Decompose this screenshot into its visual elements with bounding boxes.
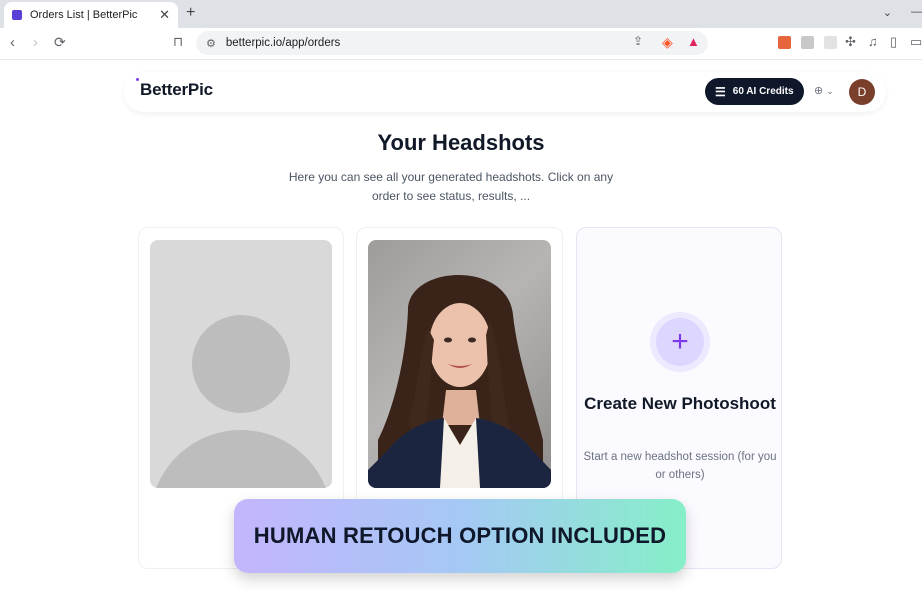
human-retouch-banner: HUMAN RETOUCH OPTION INCLUDED <box>234 499 686 573</box>
tab-title: Orders List | BetterPic <box>30 9 138 21</box>
page-subtitle: Here you can see all your generated head… <box>288 170 614 203</box>
browser-tab-orders[interactable]: Orders List | BetterPic ✕ <box>4 2 178 28</box>
layers-icon: ☰ <box>715 84 726 99</box>
browser-tab-bar: Orders List | BetterPic ✕ + ⌄ — <box>0 0 922 28</box>
add-photoshoot-button[interactable]: + <box>650 312 710 372</box>
back-icon[interactable]: ‹ <box>10 34 15 51</box>
new-tab-button[interactable]: + <box>186 4 195 22</box>
forward-icon[interactable]: › <box>33 34 38 51</box>
app-header: BetterPic ☰ 60 AI Credits ⊕ ⌄ D <box>124 72 886 112</box>
address-bar[interactable]: ⚙ betterpic.io/app/orders <box>196 31 708 55</box>
headshot-photo <box>368 240 551 488</box>
language-selector[interactable]: ⊕ ⌄ <box>814 84 834 97</box>
create-photoshoot-subtitle: Start a new headshot session (for you or… <box>583 451 777 481</box>
media-music-icon[interactable]: ♫ <box>868 34 878 49</box>
credits-label: 60 AI Credits <box>732 86 794 97</box>
plus-icon: + <box>656 318 704 366</box>
placeholder-body-shape <box>150 430 332 488</box>
betterpic-logo[interactable]: BetterPic <box>136 78 213 102</box>
globe-icon: ⊕ <box>814 85 824 97</box>
placeholder-avatar-image <box>150 240 332 488</box>
bookmark-icon[interactable]: ⊓ <box>173 34 183 50</box>
tab-close-icon[interactable]: ✕ <box>159 7 170 23</box>
extensions-puzzle-icon[interactable]: ✣ <box>845 34 856 50</box>
browser-toolbar: ‹ › ⟳ ⊓ ⚙ betterpic.io/app/orders ⇪ ◈ ▲ … <box>0 28 922 60</box>
create-photoshoot-title: Create New Photoshoot <box>584 394 776 413</box>
extension-three-icon[interactable] <box>824 36 837 49</box>
extension-two-icon[interactable] <box>801 36 814 49</box>
brave-rewards-icon[interactable]: ▲ <box>687 34 700 49</box>
reload-icon[interactable]: ⟳ <box>54 34 66 51</box>
logo-dot-icon <box>136 78 139 81</box>
site-settings-icon[interactable]: ⚙ <box>206 37 216 50</box>
logo-text: BetterPic <box>140 80 213 99</box>
chevron-down-icon: ⌄ <box>826 86 834 96</box>
share-icon[interactable]: ⇪ <box>633 34 643 48</box>
wallet-icon[interactable]: ▭ <box>910 34 922 50</box>
tab-search-chevron-icon[interactable]: ⌄ <box>883 6 892 19</box>
minimize-window-icon[interactable]: — <box>911 6 922 18</box>
user-avatar[interactable]: D <box>849 79 875 105</box>
ai-credits-button[interactable]: ☰ 60 AI Credits <box>705 78 804 105</box>
extension-one-icon[interactable] <box>778 36 791 49</box>
banner-text: HUMAN RETOUCH OPTION INCLUDED <box>253 523 667 548</box>
sidebar-icon[interactable]: ▯ <box>890 34 897 50</box>
placeholder-head-shape <box>192 315 290 413</box>
betterpic-favicon-icon <box>12 10 22 20</box>
url-text: betterpic.io/app/orders <box>225 37 341 49</box>
brave-shields-icon[interactable]: ◈ <box>662 34 673 51</box>
woman-headshot-illustration <box>368 275 551 488</box>
page-title: Your Headshots <box>377 130 545 155</box>
